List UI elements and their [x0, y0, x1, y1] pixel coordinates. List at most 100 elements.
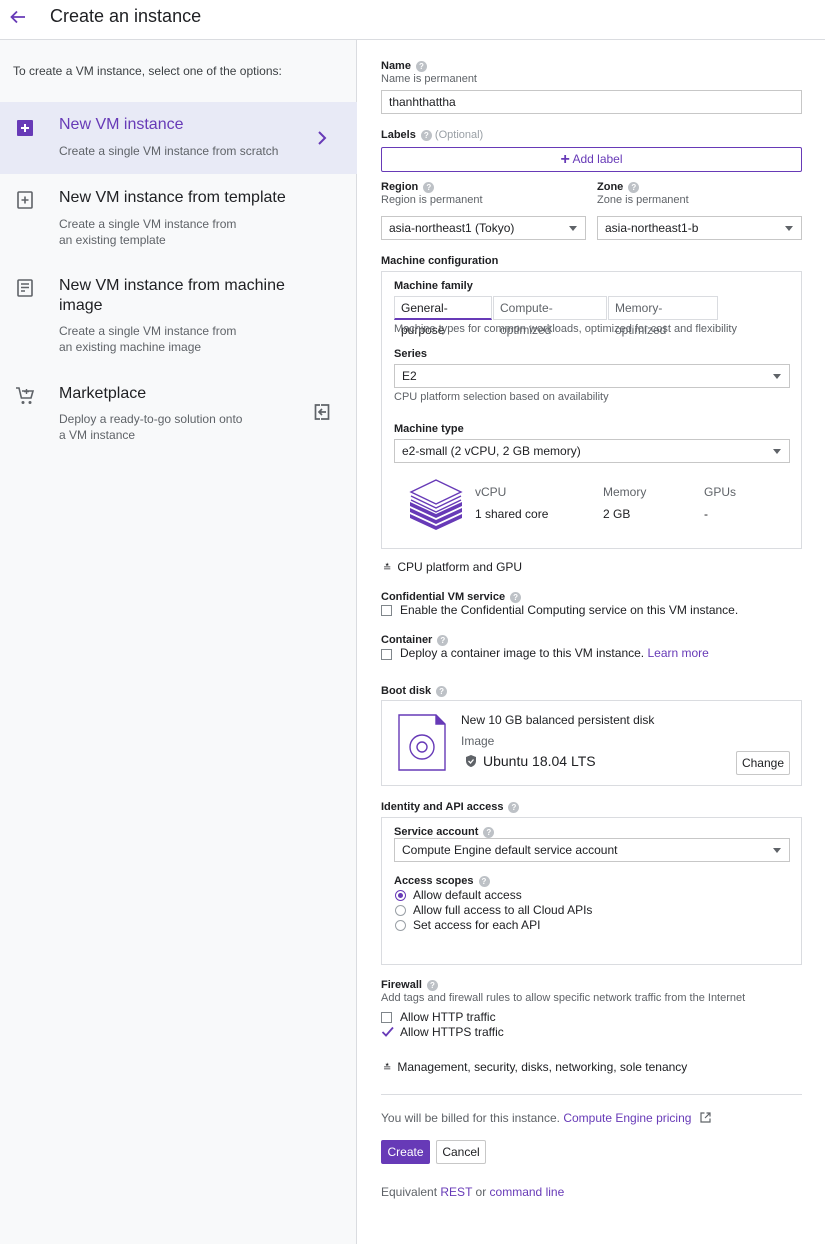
firewall-hint: Add tags and firewall rules to allow spe… [381, 992, 746, 1004]
chevron-right-icon [318, 131, 327, 145]
learn-more-link[interactable]: Learn more [647, 646, 708, 660]
option-title: New VM instance from template [59, 189, 286, 206]
tab-compute-optimized[interactable]: Compute-optimized [493, 296, 607, 337]
machine-family-hint: Machine types for common workloads, opti… [394, 323, 737, 335]
tab-memory-optimized[interactable]: Memory-optimized [608, 296, 718, 337]
help-icon[interactable]: ? [423, 182, 435, 193]
allow-https-checkbox[interactable] [381, 1025, 394, 1038]
dropdown-arrow-icon [773, 449, 781, 454]
radio-default-access[interactable] [395, 890, 406, 901]
region-select[interactable]: asia-northeast1 (Tokyo) [381, 216, 586, 240]
management-link[interactable]: ≛ Management, security, disks, networking… [383, 1060, 687, 1074]
help-icon[interactable]: ? [420, 130, 432, 141]
machine-family-label: Machine family [394, 280, 473, 292]
spec-header-gpus: GPUs [704, 485, 737, 499]
dropdown-arrow-icon [773, 374, 781, 379]
expand-more-icon: ≛ [383, 1063, 392, 1074]
confidential-vm-checkbox[interactable] [381, 605, 392, 616]
change-boot-disk-button[interactable]: Change [736, 751, 790, 775]
machine-config-title: Machine configuration [381, 255, 499, 267]
spec-value-memory: 2 GB [603, 507, 631, 521]
allow-https-label: Allow HTTPS traffic [400, 1025, 504, 1039]
add-box-icon [17, 120, 33, 136]
service-account-select[interactable]: Compute Engine default service account [394, 838, 790, 862]
help-icon[interactable]: ? [483, 827, 495, 838]
dropdown-arrow-icon [773, 848, 781, 853]
spec-header-vcpu: vCPU [475, 485, 507, 499]
template-add-icon [17, 191, 33, 209]
option-title: New VM instance from machine image [59, 277, 285, 314]
series-select[interactable]: E2 [394, 364, 790, 388]
disk-icon [398, 714, 446, 771]
series-label: Series [394, 348, 428, 360]
help-icon[interactable]: ? [628, 182, 640, 193]
identity-api-panel: Service account? Compute Engine default … [381, 817, 802, 965]
radio-each-api[interactable] [395, 920, 406, 931]
option-marketplace[interactable]: Marketplace Deploy a ready-to-go solutio… [0, 372, 357, 452]
help-icon[interactable]: ? [478, 876, 490, 887]
divider [381, 1094, 802, 1095]
option-title: New VM instance [59, 116, 184, 133]
pricing-link[interactable]: Compute Engine pricing [563, 1111, 691, 1125]
access-scopes-label: Access scopes? [394, 875, 490, 887]
help-icon[interactable]: ? [415, 61, 427, 72]
zone-hint: Zone is permanent [597, 194, 689, 206]
name-label: Name? [381, 60, 427, 72]
open-external-icon[interactable] [313, 403, 331, 421]
container-option-text: Deploy a container image to this VM inst… [400, 646, 709, 660]
boot-disk-image-value: Ubuntu 18.04 LTS [483, 753, 596, 769]
option-desc: Create a single VM instance from an exis… [59, 324, 237, 354]
zone-select[interactable]: asia-northeast1-b [597, 216, 802, 240]
radio-full-access[interactable] [395, 905, 406, 916]
spec-value-gpus: - [704, 507, 708, 521]
spec-header-memory: Memory [603, 485, 647, 499]
series-hint: CPU platform selection based on availabi… [394, 391, 609, 403]
layers-icon [409, 479, 463, 530]
name-input[interactable]: thanhthattha [381, 90, 802, 114]
option-new-vm-instance[interactable]: New VM instance Create a single VM insta… [0, 102, 357, 174]
service-account-label: Service account? [394, 826, 495, 838]
tab-general-purpose[interactable]: General-purpose [394, 296, 492, 337]
machine-config-panel: Machine family General-purpose Compute-o… [381, 271, 802, 549]
cpu-platform-gpu-link[interactable]: ≛ CPU platform and GPU [383, 560, 522, 574]
region-hint: Region is permanent [381, 194, 483, 206]
create-button[interactable]: Create [381, 1140, 430, 1164]
name-hint: Name is permanent [381, 73, 477, 85]
command-line-link[interactable]: command line [490, 1185, 565, 1199]
shield-icon [466, 755, 476, 767]
rest-link[interactable]: REST [440, 1185, 472, 1199]
help-icon[interactable]: ? [436, 686, 448, 697]
back-arrow-icon[interactable] [8, 7, 28, 27]
sidebar-intro: To create a VM instance, select one of t… [13, 64, 282, 78]
boot-disk-image-label: Image [461, 734, 495, 748]
page-title: Create an instance [50, 6, 202, 26]
machine-type-label: Machine type [394, 423, 464, 435]
help-icon[interactable]: ? [437, 635, 449, 646]
dropdown-arrow-icon [569, 226, 577, 231]
option-new-vm-from-machine-image[interactable]: New VM instance from machine image Creat… [0, 262, 357, 362]
equivalent-links: Equivalent REST or command line [381, 1185, 565, 1199]
expand-more-icon: ≛ [383, 563, 392, 574]
help-icon[interactable]: ? [510, 592, 522, 603]
machine-type-select[interactable]: e2-small (2 vCPU, 2 GB memory) [394, 439, 790, 463]
firewall-label: Firewall? [381, 979, 438, 991]
allow-http-checkbox[interactable] [381, 1012, 392, 1023]
confidential-vm-option-text: Enable the Confidential Computing servic… [400, 603, 739, 617]
help-icon[interactable]: ? [508, 802, 520, 813]
confidential-vm-label: Confidential VM service? [381, 591, 522, 603]
plus-icon: + [560, 151, 570, 168]
options-sidebar: To create a VM instance, select one of t… [0, 40, 357, 1244]
cancel-button[interactable]: Cancel [436, 1140, 486, 1164]
cart-icon [16, 387, 35, 404]
add-label-button[interactable]: + Add label [381, 147, 802, 172]
scope-option-label: Allow full access to all Cloud APIs [413, 903, 593, 917]
external-link-icon[interactable] [700, 1112, 711, 1123]
option-title: Marketplace [59, 385, 147, 402]
help-icon[interactable]: ? [426, 980, 438, 991]
boot-disk-label: Boot disk? [381, 685, 448, 697]
container-checkbox[interactable] [381, 649, 392, 660]
billing-note: You will be billed for this instance. Co… [381, 1111, 711, 1125]
scope-option-label: Set access for each API [413, 918, 541, 932]
option-new-vm-from-template[interactable]: New VM instance from template Create a s… [0, 174, 357, 254]
spec-value-vcpu: 1 shared core [475, 507, 549, 521]
